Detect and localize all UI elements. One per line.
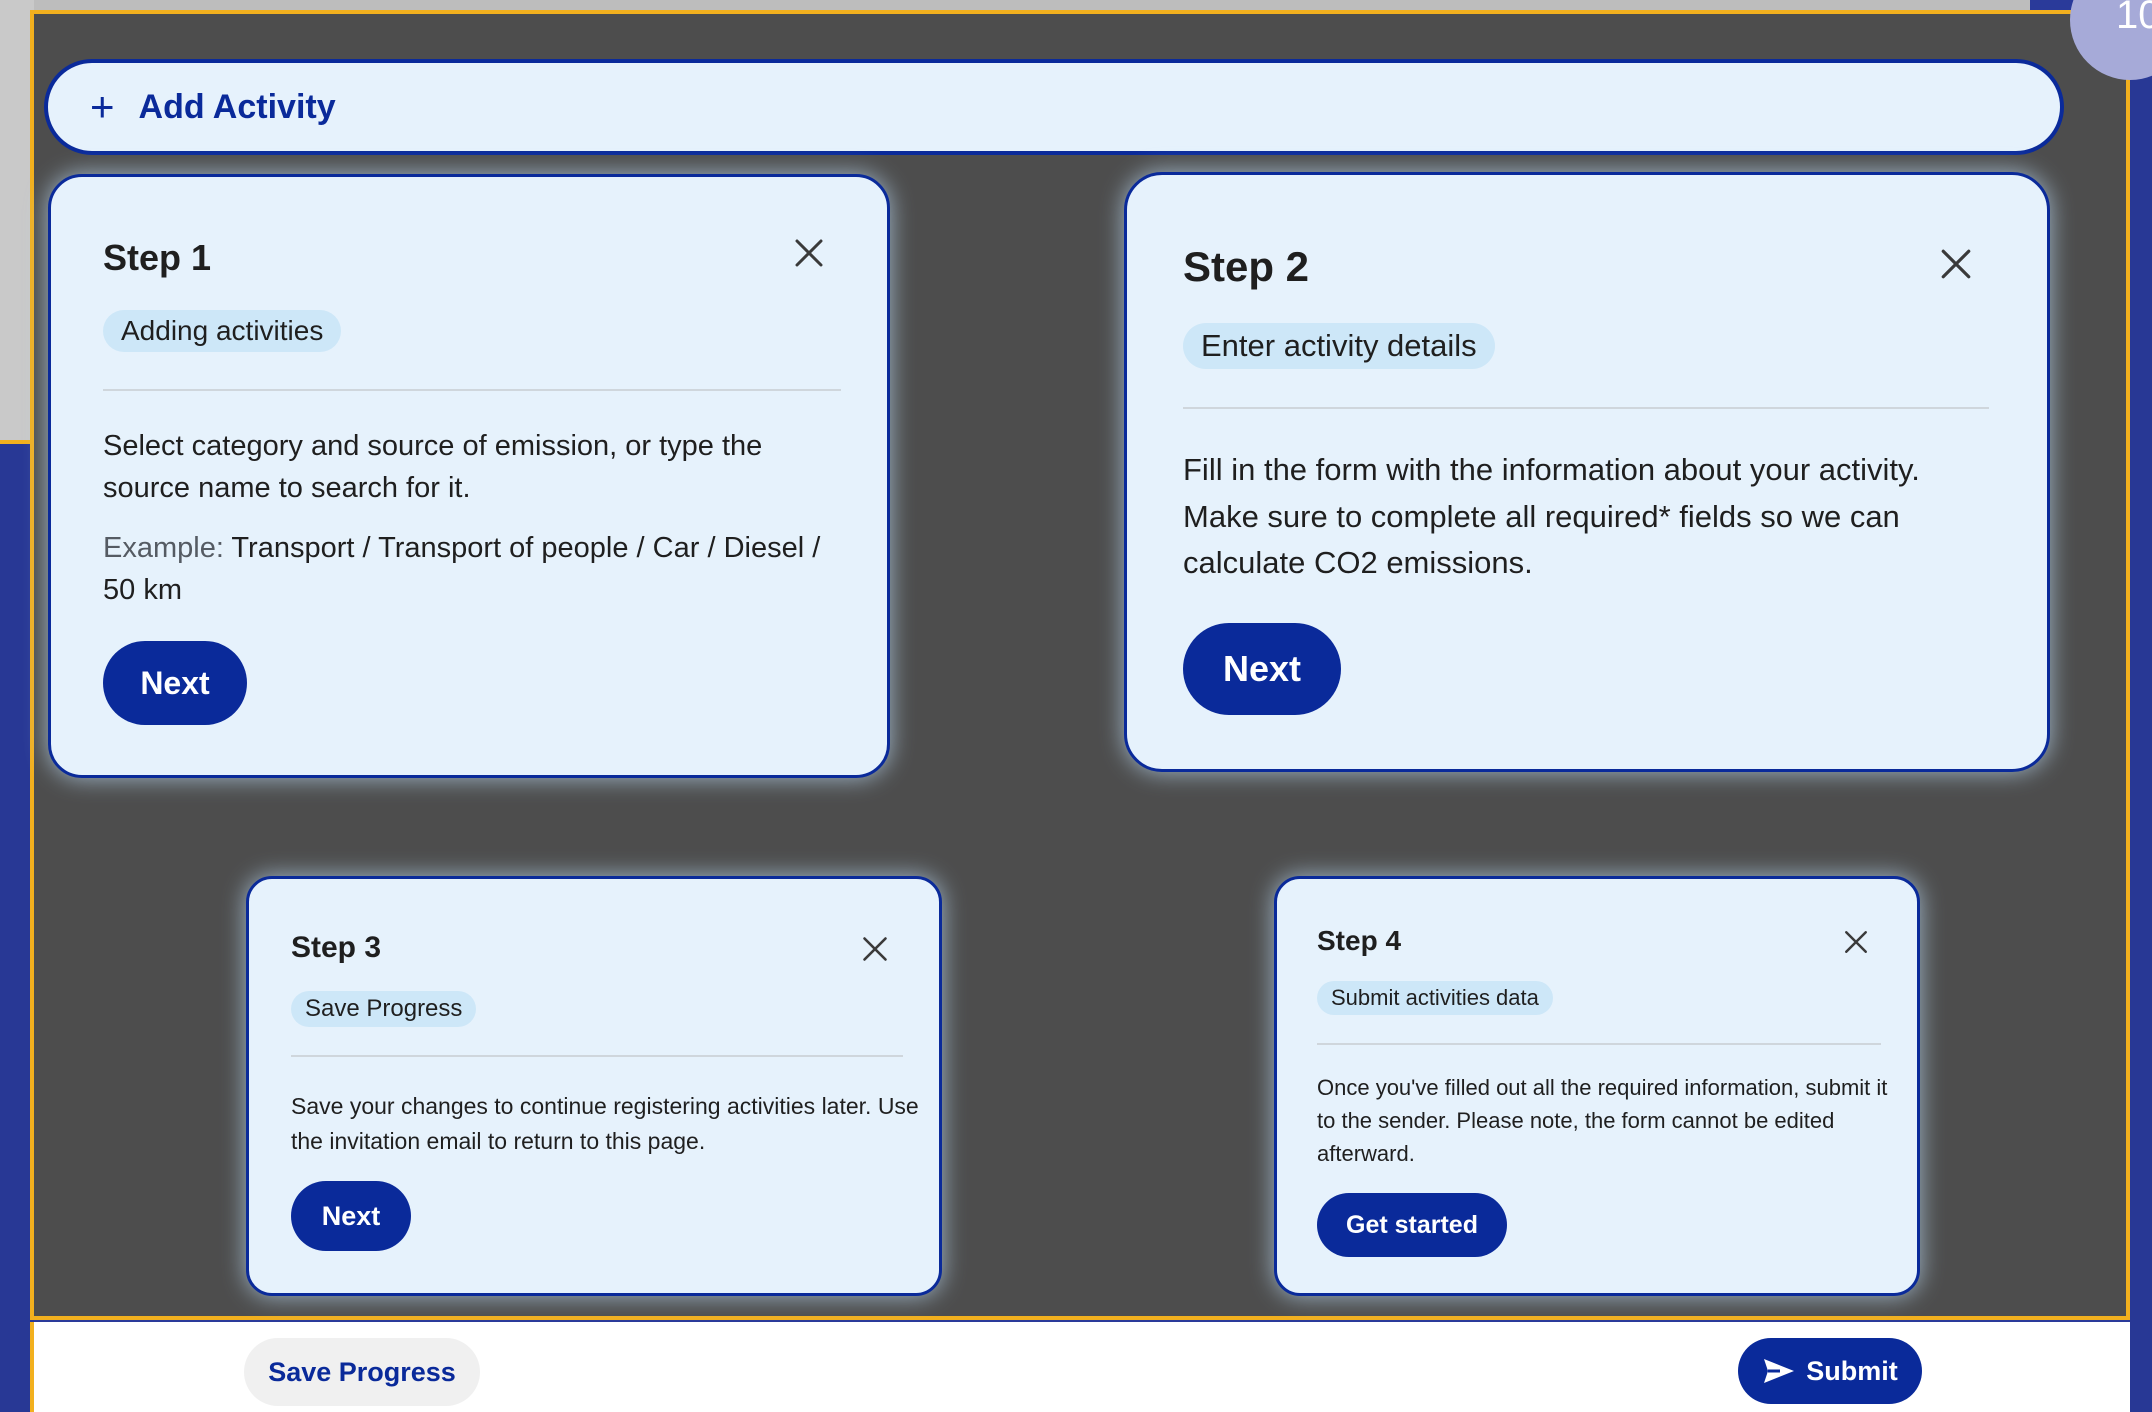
close-icon[interactable] [1939, 247, 1973, 281]
step-title: Step 1 [103, 237, 212, 278]
close-icon[interactable] [1843, 929, 1869, 955]
step-title: Step 4 [1317, 925, 1402, 956]
close-icon[interactable] [793, 237, 825, 269]
step-tag: Adding activities [103, 310, 342, 352]
step-example: Example: Transport / Transport of people… [103, 527, 833, 611]
divider [291, 1055, 903, 1057]
step-tag: Enter activity details [1183, 323, 1495, 369]
get-started-button[interactable]: Get started [1317, 1193, 1507, 1257]
save-progress-button[interactable]: Save Progress [244, 1338, 480, 1406]
background-right-strip [2130, 0, 2152, 1412]
divider [1317, 1043, 1881, 1045]
background-left-panel [0, 0, 34, 440]
next-button[interactable]: Next [1183, 623, 1341, 715]
step-4-card: Step 4 Submit activities data Once you'v… [1274, 876, 1920, 1296]
step-2-card: Step 2 Enter activity details Fill in th… [1124, 172, 2050, 772]
step-1-card: Step 1 Adding activities Select category… [48, 174, 890, 778]
submit-button[interactable]: Submit [1738, 1338, 1922, 1404]
close-icon[interactable] [861, 935, 889, 963]
submit-label: Submit [1806, 1355, 1898, 1386]
step-title: Step 2 [1183, 243, 1310, 290]
background-left-strip [0, 440, 34, 1412]
step-title: Step 3 [291, 931, 382, 964]
step-tag: Submit activities data [1317, 981, 1553, 1015]
plus-icon: + [90, 83, 115, 130]
divider [103, 389, 841, 391]
example-label: Example: [103, 532, 224, 564]
step-description: Save your changes to continue registerin… [291, 1093, 919, 1154]
tour-step-number: 10 [2116, 0, 2152, 37]
step-3-card: Step 3 Save Progress Save your changes t… [246, 876, 942, 1296]
divider [1183, 407, 1989, 409]
step-description: Fill in the form with the information ab… [1183, 452, 1920, 580]
next-button[interactable]: Next [103, 641, 247, 725]
add-activity-label: Add Activity [138, 87, 336, 126]
next-button[interactable]: Next [291, 1181, 411, 1251]
step-tag: Save Progress [291, 991, 477, 1027]
highlight-line [0, 440, 34, 444]
send-icon [1764, 1359, 1795, 1383]
add-activity-button[interactable]: + Add Activity [44, 59, 2064, 155]
step-description: Select category and source of emission, … [103, 430, 763, 505]
step-description: Once you've filled out all the required … [1317, 1075, 1888, 1166]
